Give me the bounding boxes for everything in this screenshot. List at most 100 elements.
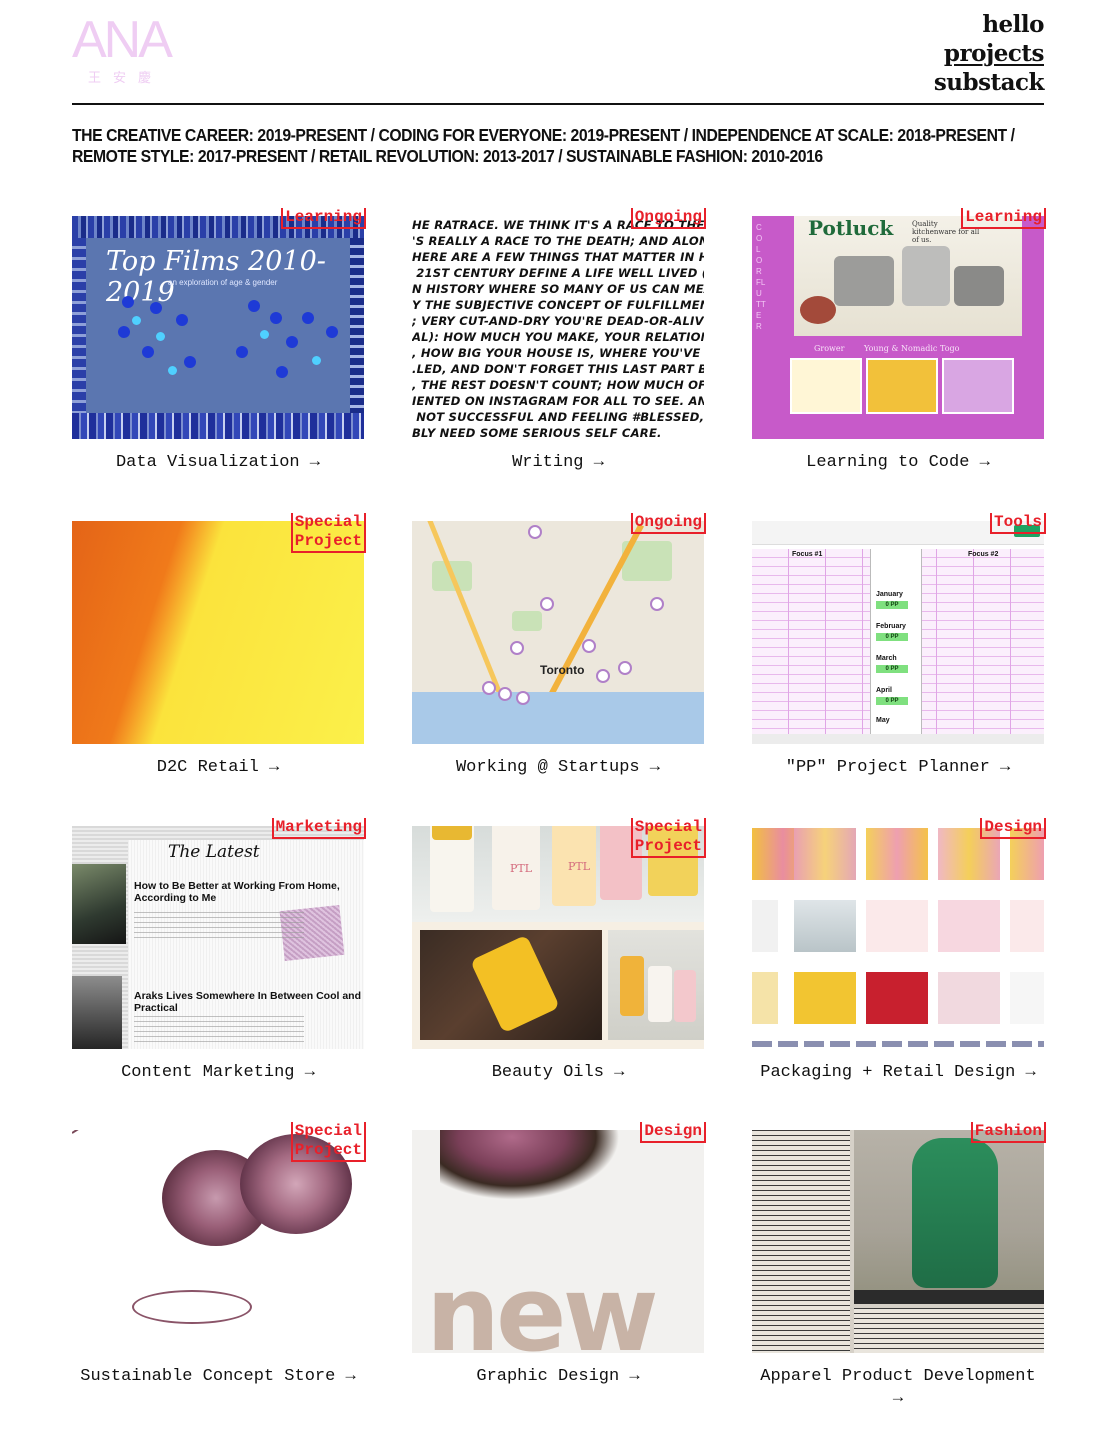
site-logo[interactable]: ANA 王安慶 (72, 14, 182, 86)
map-pin[interactable] (498, 687, 512, 701)
dataviz-dot (248, 300, 260, 312)
bottle (674, 970, 696, 1022)
bottle-fill (432, 826, 472, 840)
thumbnail-graphic-design: new (412, 1130, 704, 1353)
nav-link-substack[interactable]: substack (934, 68, 1045, 97)
potluck-title: Potluck (808, 216, 894, 240)
map-pin[interactable] (582, 639, 596, 653)
pot-shape (954, 266, 1004, 306)
dataviz-dot (270, 312, 282, 324)
mini-card-togo (942, 358, 1014, 414)
pp-cell: 0 PP (876, 601, 908, 609)
nav-link-projects[interactable]: projects (934, 39, 1045, 68)
category-tag: Design (640, 1122, 706, 1143)
file-thumbnail (1010, 972, 1044, 1024)
project-link-content-marketing[interactable]: Content Marketing → (72, 1062, 364, 1084)
park-area (512, 611, 542, 631)
map-pin[interactable] (528, 525, 542, 539)
file-thumbnail (866, 900, 928, 952)
bottle-group-photo (608, 930, 704, 1040)
new-lettering: new (426, 1253, 659, 1353)
map-city-label: Toronto (540, 663, 585, 677)
article-photo (72, 976, 122, 1049)
map-pin[interactable] (510, 641, 524, 655)
project-card-learning-to-code[interactable]: COLORFLUTTER Potluck Quality kitchenware… (752, 208, 1046, 474)
main-nav: hello projects substack (934, 10, 1045, 97)
map-pin[interactable] (596, 669, 610, 683)
month-label: February (876, 623, 906, 630)
project-link-writing[interactable]: Writing → (412, 452, 704, 474)
magazine-column-text (752, 1130, 850, 1353)
map-pin[interactable] (482, 681, 496, 695)
file-thumbnail (794, 900, 856, 952)
dataviz-dot (176, 314, 188, 326)
dataviz-dot (150, 302, 162, 314)
header-divider (72, 103, 1044, 105)
mini-card-young (866, 358, 938, 414)
dataviz-title: Top Films 2010-2019 (106, 246, 326, 308)
project-link-data-visualization[interactable]: Data Visualization → (72, 452, 364, 474)
nav-link-hello[interactable]: hello (934, 10, 1044, 39)
grower-label: Grower (814, 344, 845, 353)
project-card-working-at-startups[interactable]: Toronto Ongoing Working @ Startups → (412, 513, 706, 779)
focus-2-label: Focus #2 (968, 551, 999, 558)
dried-flower (440, 1130, 620, 1200)
project-link-project-planner[interactable]: "PP" Project Planner → (752, 757, 1044, 779)
project-card-d2c-retail[interactable]: Special Project D2C Retail → (72, 513, 366, 779)
file-thumbnail (1010, 900, 1044, 952)
dataviz-dot (276, 366, 288, 378)
project-link-graphic-design[interactable]: Graphic Design → (412, 1366, 704, 1388)
project-card-content-marketing[interactable]: The Latest How to Be Better at Working F… (72, 818, 366, 1084)
onion-shape (800, 296, 836, 324)
map-pin[interactable] (516, 691, 530, 705)
file-thumbnail (794, 828, 856, 880)
month-label: April (876, 687, 892, 694)
project-link-sustainable-concept-store[interactable]: Sustainable Concept Store → (72, 1366, 364, 1388)
ptl-label: PTL (568, 860, 591, 873)
project-link-working-at-startups[interactable]: Working @ Startups → (412, 757, 704, 779)
dataviz-dot (156, 332, 165, 341)
project-link-d2c-retail[interactable]: D2C Retail → (72, 757, 364, 779)
thumbnail-packaging-design (752, 826, 1044, 1049)
project-link-learning-to-code[interactable]: Learning to Code → (752, 452, 1044, 474)
dataviz-dot (326, 326, 338, 338)
category-tag: Special Project (290, 513, 366, 553)
dataviz-dot (142, 346, 154, 358)
strap (132, 1290, 252, 1324)
map-pin[interactable] (650, 597, 664, 611)
category-tag: Learning (961, 208, 1046, 229)
map-pin[interactable] (540, 597, 554, 611)
sheet-tabs-bar (752, 734, 1044, 744)
month-label: May (876, 717, 890, 724)
map-pin[interactable] (618, 661, 632, 675)
project-card-sustainable-concept-store[interactable]: Special Project Sustainable Concept Stor… (72, 1122, 366, 1388)
photo-caption-bar (854, 1290, 1044, 1304)
project-card-writing[interactable]: he ratrace. We think it's a race to the … (412, 208, 706, 474)
green-dress (912, 1138, 998, 1288)
pp-cell: 0 PP (876, 633, 908, 641)
category-tag: Ongoing (630, 513, 706, 534)
project-card-graphic-design[interactable]: new Design Graphic Design → (412, 1122, 706, 1388)
pp-cell: 0 PP (876, 697, 908, 705)
thumbnail-writing: he ratrace. We think it's a race to the … (412, 216, 704, 439)
project-card-project-planner[interactable]: Focus #1 Focus #2 January 0 PP February … (752, 513, 1046, 779)
project-link-apparel-product-development[interactable]: Apparel Product Development → (752, 1366, 1044, 1410)
article-body-lines (134, 1016, 304, 1046)
thumbnail-d2c-retail (72, 521, 364, 744)
file-thumbnail (866, 972, 928, 1024)
project-card-apparel-product-development[interactable]: Fashion Apparel Product Development → (752, 1122, 1046, 1410)
logo-chinese-name: 王安慶 (88, 71, 164, 86)
breadcrumb-path (752, 1041, 1044, 1047)
project-card-packaging-retail-design[interactable]: Design Packaging + Retail Design → (752, 818, 1046, 1084)
thumbnail-data-visualization: Top Films 2010-2019 an exploration of ag… (72, 216, 364, 439)
project-link-packaging-retail-design[interactable]: Packaging + Retail Design → (752, 1062, 1044, 1084)
category-tag: Learning (281, 208, 366, 229)
file-thumbnail (938, 972, 1000, 1024)
bottle (648, 966, 672, 1022)
dataviz-dot (260, 330, 269, 339)
project-card-data-visualization[interactable]: Top Films 2010-2019 an exploration of ag… (72, 208, 366, 474)
article-headline: Araks Lives Somewhere In Between Cool an… (134, 990, 361, 1014)
thumbnail-sustainable-concept-store (72, 1130, 364, 1353)
project-link-beauty-oils[interactable]: Beauty Oils → (412, 1062, 704, 1084)
project-card-beauty-oils[interactable]: PTL PTL Special Project Beauty Oils → (412, 818, 706, 1084)
